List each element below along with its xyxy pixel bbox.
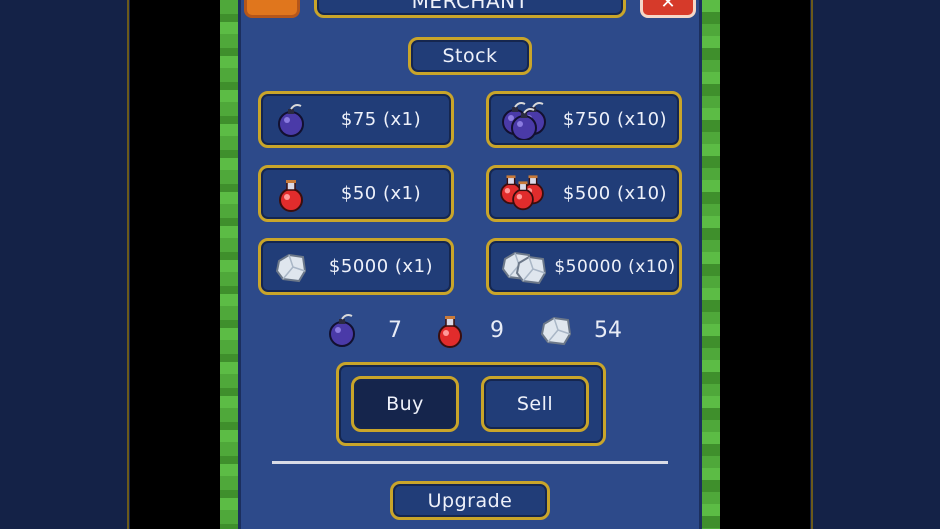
letterbox-right bbox=[720, 0, 810, 529]
potion-bundle-icon bbox=[500, 173, 544, 210]
item-price: $50 (x1) bbox=[340, 183, 422, 204]
stock-button[interactable]: Stock bbox=[408, 37, 532, 75]
panel-title: MERCHANT bbox=[314, 0, 626, 18]
close-icon: ✕ bbox=[660, 0, 676, 13]
bomb-bundle-icon bbox=[502, 101, 546, 140]
inventory-crystals: 54 bbox=[536, 310, 622, 350]
potion-icon bbox=[438, 315, 462, 348]
frame-line-left bbox=[127, 0, 129, 529]
buy-bomb-x1-button[interactable]: $75 (x1) bbox=[258, 91, 454, 148]
bomb-icon bbox=[329, 314, 355, 347]
inventory-potions: 9 bbox=[430, 310, 504, 350]
bomb-count: 7 bbox=[388, 317, 402, 343]
background-right bbox=[812, 0, 940, 529]
background-left bbox=[0, 0, 128, 529]
item-price: $750 (x10) bbox=[562, 109, 668, 130]
item-price: $5000 (x1) bbox=[328, 256, 434, 277]
item-price: $75 (x1) bbox=[340, 109, 422, 130]
buy-button[interactable]: Buy bbox=[351, 376, 459, 432]
bomb-icon bbox=[278, 103, 304, 137]
lock-button[interactable] bbox=[244, 0, 300, 18]
buy-potion-x1-button[interactable]: $50 (x1) bbox=[258, 165, 454, 222]
item-price: $50000 (x10) bbox=[554, 256, 676, 277]
buy-potion-x10-button[interactable]: $500 (x10) bbox=[486, 165, 682, 222]
buy-crystal-x10-button[interactable]: $50000 (x10) bbox=[486, 238, 682, 295]
buy-bomb-x10-button[interactable]: $750 (x10) bbox=[486, 91, 682, 148]
buy-crystal-x1-button[interactable]: $5000 (x1) bbox=[258, 238, 454, 295]
item-price: $500 (x10) bbox=[562, 183, 668, 204]
divider bbox=[272, 461, 668, 464]
inventory-bombs: 7 bbox=[322, 310, 402, 350]
grass-border-right bbox=[702, 0, 720, 529]
crystal-count: 54 bbox=[594, 317, 622, 343]
close-button[interactable]: ✕ bbox=[640, 0, 696, 18]
potion-icon bbox=[279, 178, 303, 212]
potion-count: 9 bbox=[490, 317, 504, 343]
upgrade-button[interactable]: Upgrade bbox=[390, 481, 550, 520]
crystal-icon bbox=[541, 317, 571, 345]
sell-button[interactable]: Sell bbox=[481, 376, 589, 432]
letterbox-left bbox=[130, 0, 220, 529]
frame-line-right bbox=[811, 0, 813, 529]
grass-border-left bbox=[220, 0, 238, 529]
crystal-icon bbox=[276, 253, 306, 282]
crystal-bundle-icon bbox=[502, 251, 546, 284]
